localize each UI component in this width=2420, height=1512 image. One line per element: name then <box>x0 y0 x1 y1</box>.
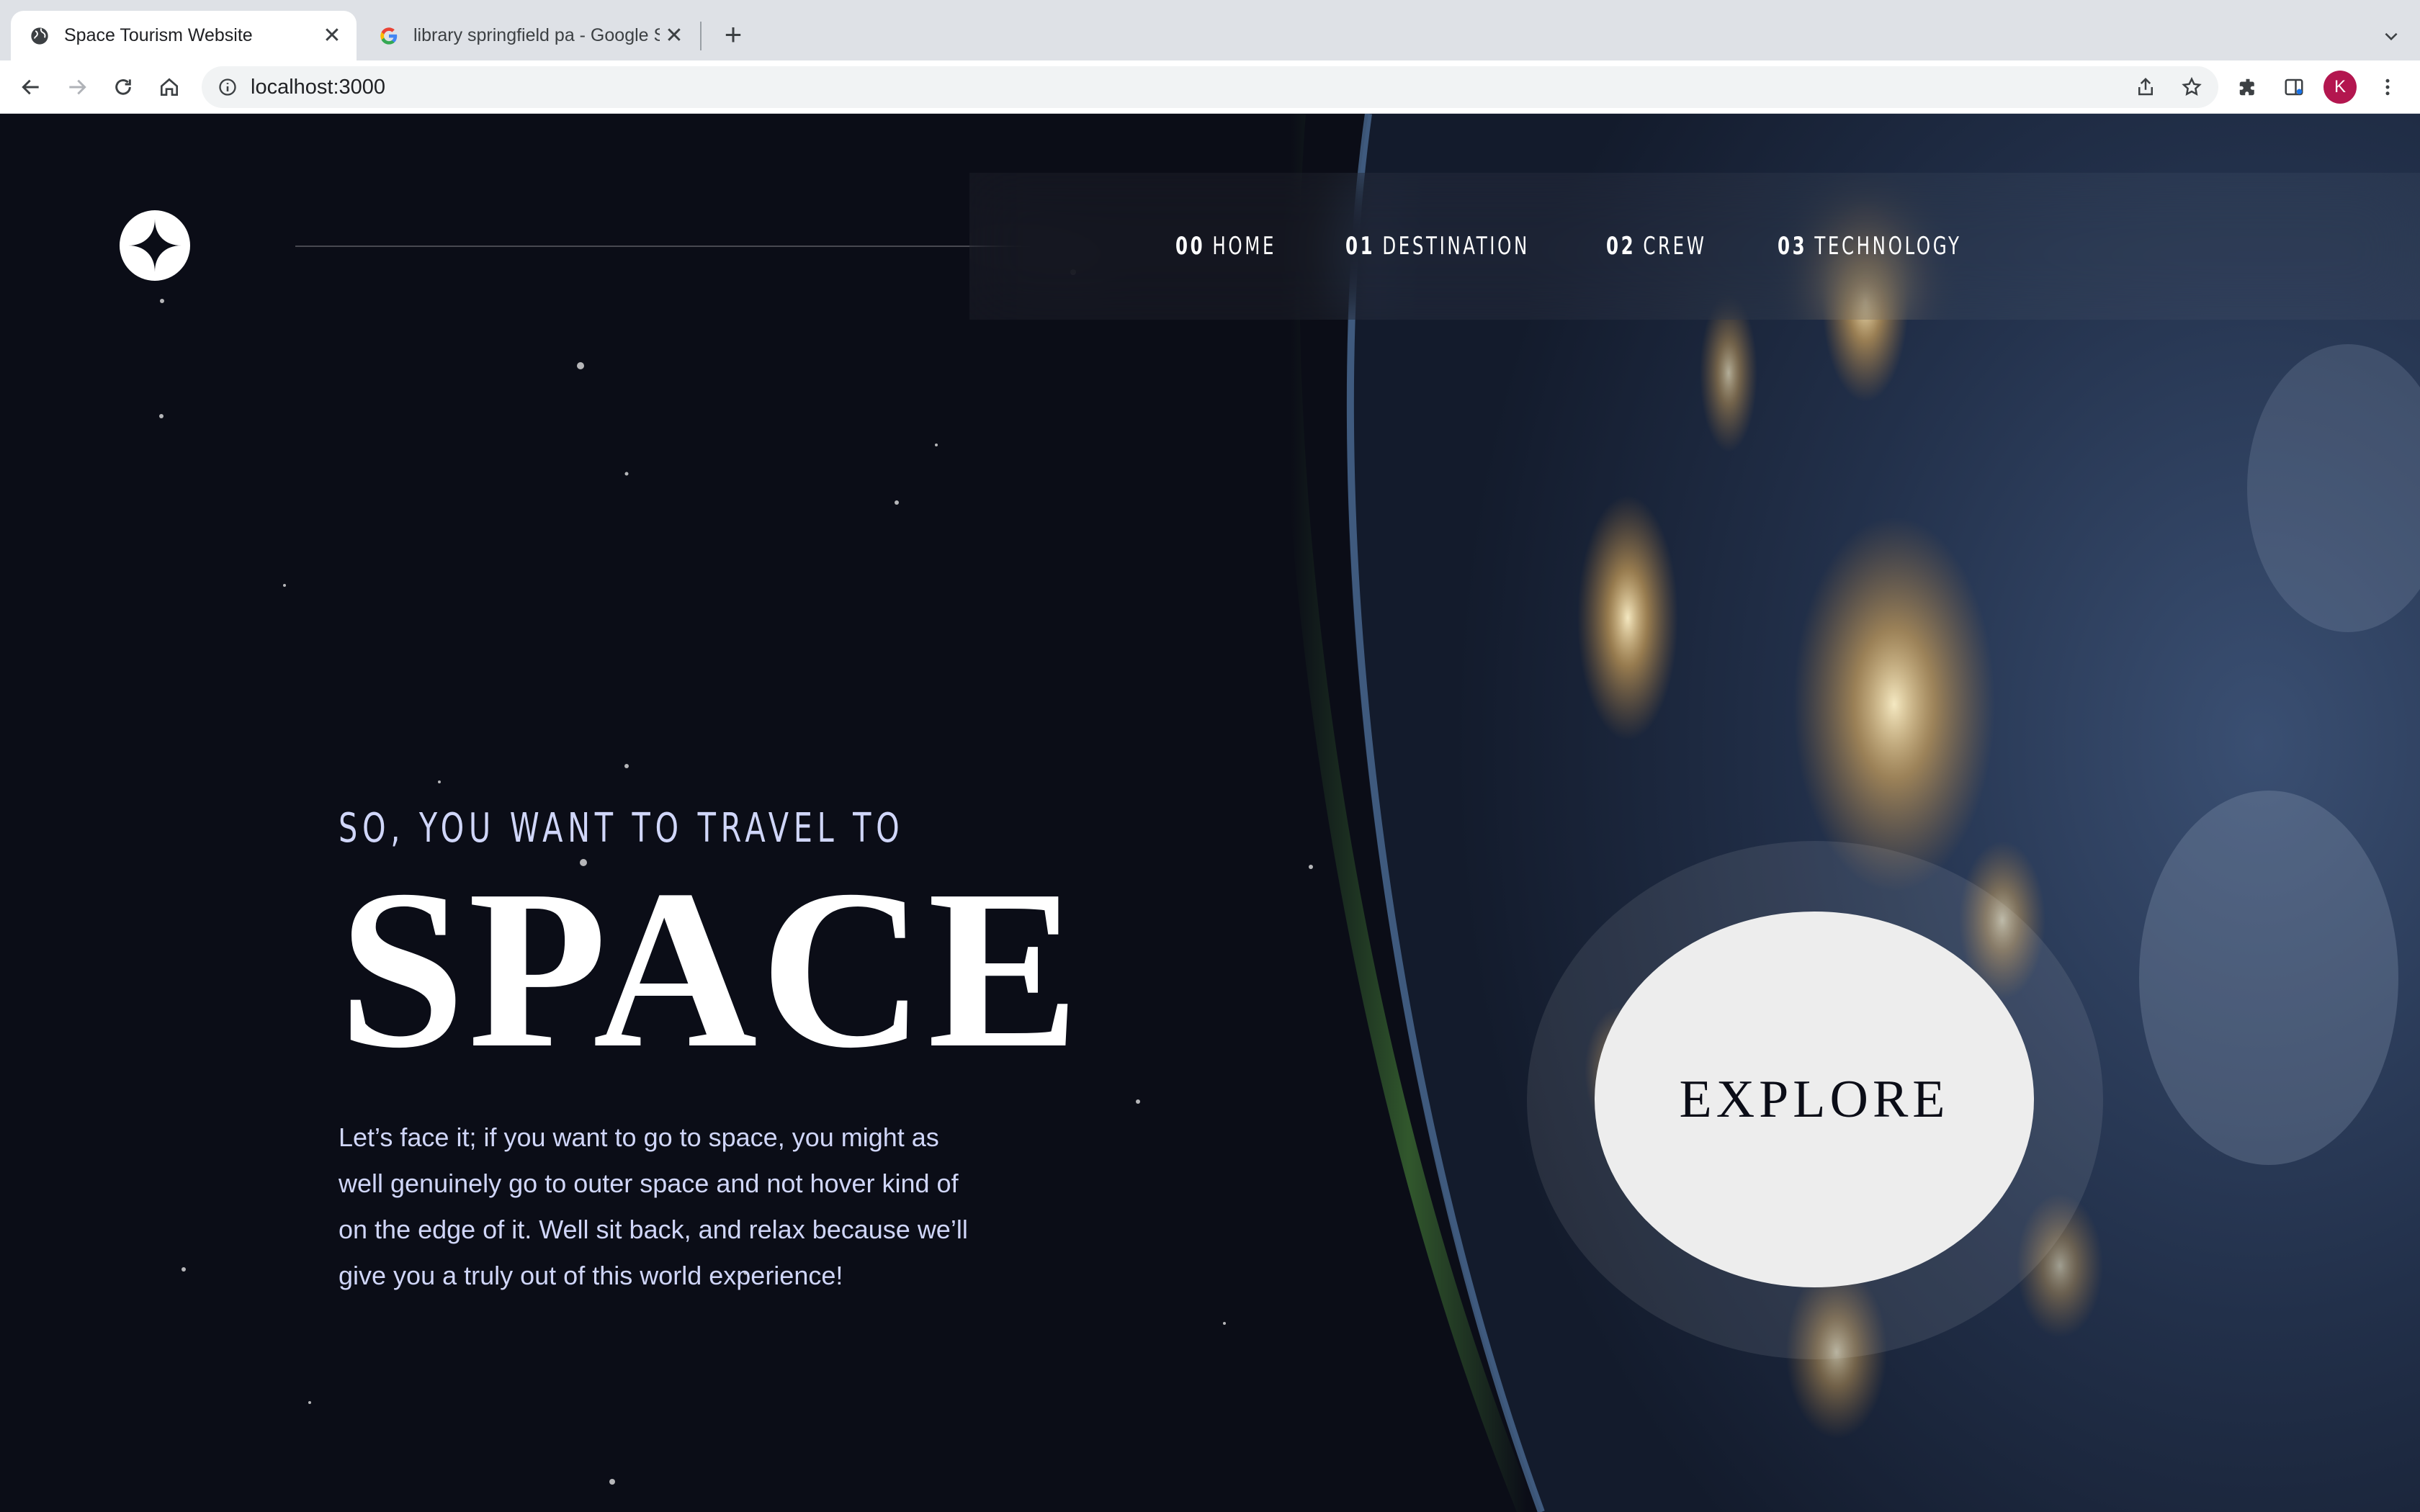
extensions-icon[interactable] <box>2231 71 2264 104</box>
nav-label: HOME <box>1212 232 1277 261</box>
page-viewport: 00 HOME 01 DESTINATION 02 CREW 03 TECHNO… <box>0 114 2420 1512</box>
explore-button[interactable]: EXPLORE <box>1595 912 2034 1287</box>
globe-icon <box>28 24 51 48</box>
tab-separator <box>700 22 702 50</box>
nav-item-crew[interactable]: 02 CREW <box>1606 173 1707 320</box>
nav-label: CREW <box>1643 232 1707 261</box>
google-icon <box>377 24 400 48</box>
tab-title: Space Tourism Website <box>64 25 253 45</box>
reload-button[interactable] <box>107 71 140 104</box>
browser-toolbar: localhost:3000 K <box>0 60 2420 114</box>
home-button[interactable] <box>153 71 186 104</box>
share-icon[interactable] <box>2129 71 2162 104</box>
tab-search-chevron-icon[interactable] <box>2377 22 2406 50</box>
browser-tab-strip: Space Tourism Website ✕ library springfi… <box>0 0 2420 60</box>
nav-label: DESTINATION <box>1382 232 1530 261</box>
nav-number: 03 <box>1778 232 1808 261</box>
nav-divider-line <box>295 246 1057 247</box>
tab-space-tourism[interactable]: Space Tourism Website ✕ <box>11 11 357 60</box>
hero-headline: SPACE <box>339 843 1083 1095</box>
nav-number: 01 <box>1345 232 1376 261</box>
nav-label: TECHNOLOGY <box>1814 232 1962 261</box>
browser-menu-icon[interactable] <box>2371 71 2404 104</box>
nav-item-home[interactable]: 00 HOME <box>1175 173 1276 320</box>
profile-avatar[interactable]: K <box>2323 71 2357 104</box>
close-tab-icon[interactable]: ✕ <box>318 22 346 50</box>
tab-title: library springfield pa - Google S <box>413 25 660 45</box>
back-button[interactable] <box>14 71 48 104</box>
nav-number: 00 <box>1175 232 1206 261</box>
close-tab-icon[interactable]: ✕ <box>660 22 689 50</box>
nav-number: 02 <box>1606 232 1636 261</box>
nav-item-technology[interactable]: 03 TECHNOLOGY <box>1778 173 1962 320</box>
bookmark-star-icon[interactable] <box>2175 71 2208 104</box>
nav-item-destination[interactable]: 01 DESTINATION <box>1345 173 1530 320</box>
site-info-icon[interactable] <box>216 76 239 99</box>
tab-google-search[interactable]: library springfield pa - Google S ✕ <box>360 11 699 60</box>
address-bar[interactable]: localhost:3000 <box>202 66 2218 108</box>
main-navigation: 00 HOME 01 DESTINATION 02 CREW 03 TECHNO… <box>969 173 2420 320</box>
site-logo-icon[interactable] <box>120 210 190 281</box>
address-url: localhost:3000 <box>251 75 386 99</box>
new-tab-button[interactable]: + <box>719 17 748 52</box>
forward-button[interactable] <box>60 71 94 104</box>
reading-mode-icon[interactable] <box>2277 71 2311 104</box>
hero-body-text: Let’s face it; if you want to go to spac… <box>339 1122 968 1290</box>
